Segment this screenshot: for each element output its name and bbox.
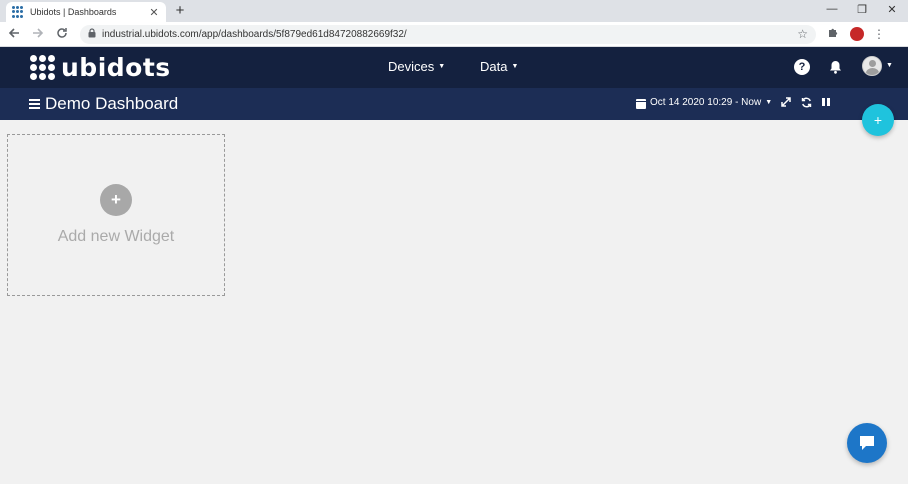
calendar-icon[interactable] bbox=[636, 99, 646, 109]
bell-icon[interactable] bbox=[827, 59, 843, 75]
chat-button[interactable] bbox=[847, 423, 887, 463]
add-widget-label: Add new Widget bbox=[57, 228, 175, 245]
caret-down-icon: ▼ bbox=[765, 99, 773, 106]
avatar[interactable] bbox=[862, 56, 882, 76]
caret-down-icon[interactable]: ▼ bbox=[886, 62, 893, 69]
url-text: industrial.ubidots.com/app/dashboards/5f… bbox=[102, 28, 407, 40]
date-range-text: Oct 14 2020 10:29 - Now bbox=[650, 97, 762, 108]
close-window-button[interactable]: ✕ bbox=[885, 3, 899, 16]
browser-tab[interactable]: Ubidots | Dashboards ✕ bbox=[6, 2, 166, 22]
back-icon[interactable] bbox=[4, 27, 24, 42]
logo-dots-icon bbox=[30, 55, 55, 80]
extension-icon[interactable] bbox=[850, 27, 864, 41]
new-tab-button[interactable]: + bbox=[172, 3, 188, 19]
maximize-button[interactable]: ❐ bbox=[855, 3, 869, 16]
data-menu-label: Data bbox=[480, 59, 508, 74]
app-header: ubidots Devices ▼ Data ▼ ? bbox=[0, 47, 908, 88]
caret-down-icon: ▼ bbox=[438, 63, 446, 70]
reload-icon[interactable] bbox=[52, 27, 72, 42]
plus-icon[interactable]: + bbox=[100, 184, 132, 216]
url-field[interactable]: industrial.ubidots.com/app/dashboards/5f… bbox=[80, 24, 816, 44]
caret-down-icon: ▼ bbox=[511, 63, 519, 70]
ubidots-favicon-icon bbox=[12, 6, 24, 18]
help-icon[interactable]: ? bbox=[794, 59, 810, 75]
lock-icon bbox=[88, 28, 96, 40]
minimize-button[interactable]: — bbox=[825, 3, 839, 15]
add-widget-fab[interactable]: + bbox=[862, 104, 894, 136]
hamburger-icon[interactable] bbox=[29, 99, 40, 109]
pause-icon[interactable] bbox=[820, 97, 832, 110]
star-icon[interactable]: ☆ bbox=[797, 27, 808, 41]
puzzle-icon[interactable] bbox=[824, 27, 842, 41]
devices-menu-label: Devices bbox=[388, 59, 435, 74]
add-widget-card[interactable]: + Add new Widget bbox=[7, 134, 225, 296]
ubidots-logo[interactable]: ubidots bbox=[30, 53, 171, 82]
date-range-picker[interactable]: Oct 14 2020 10:29 - Now ▼ bbox=[650, 97, 772, 108]
dashboard-title: Demo Dashboard bbox=[45, 94, 179, 113]
tab-title: Ubidots | Dashboards bbox=[30, 7, 117, 17]
forward-icon[interactable] bbox=[28, 27, 48, 42]
chat-icon bbox=[860, 436, 874, 450]
refresh-icon[interactable] bbox=[800, 97, 812, 111]
logo-text: ubidots bbox=[61, 53, 171, 82]
address-bar: industrial.ubidots.com/app/dashboards/5f… bbox=[0, 22, 908, 47]
more-vert-icon[interactable]: ⋮ bbox=[872, 27, 886, 41]
browser-tab-strip: Ubidots | Dashboards ✕ + — ❐ ✕ bbox=[0, 0, 908, 22]
data-menu[interactable]: Data ▼ bbox=[480, 59, 518, 74]
expand-icon[interactable] bbox=[780, 97, 792, 110]
tab-close-icon[interactable]: ✕ bbox=[148, 6, 160, 19]
devices-menu[interactable]: Devices ▼ bbox=[388, 59, 445, 74]
